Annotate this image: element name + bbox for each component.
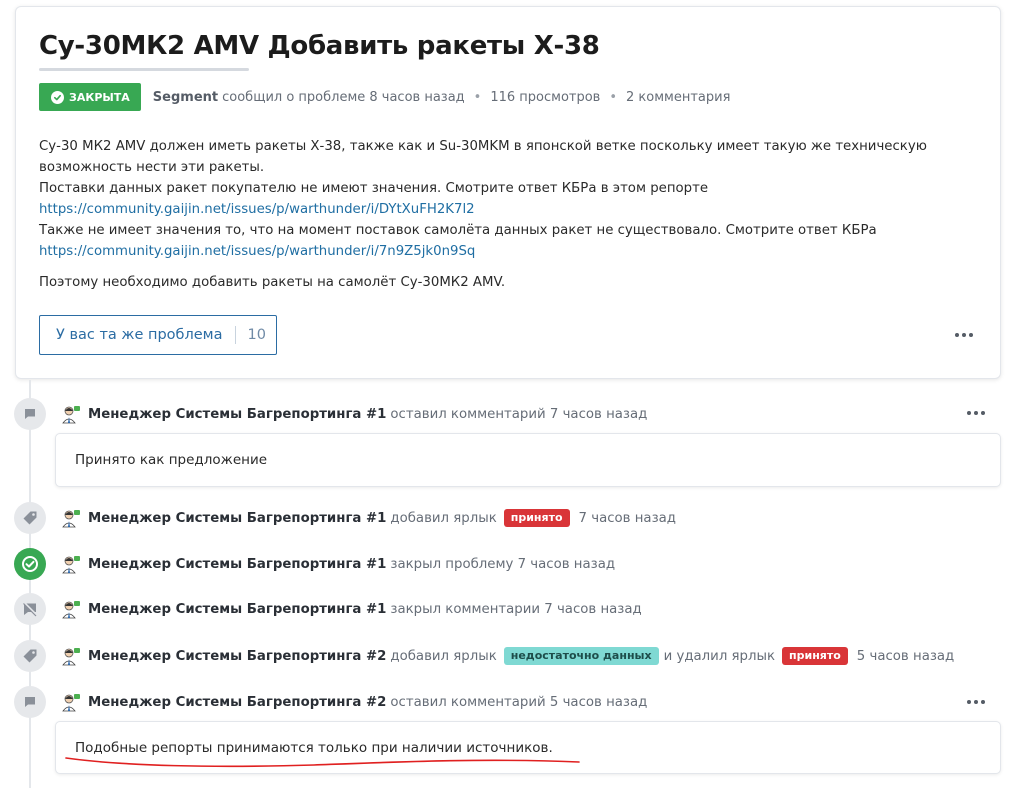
description-link[interactable]: https://community.gaijin.net/issues/p/wa… (39, 244, 475, 259)
avatar-icon (62, 406, 80, 424)
comment-body: Принято как предложение (55, 433, 1001, 487)
tag-icon (14, 640, 46, 672)
status-badge: ЗАКРЫТА (39, 83, 141, 111)
issue-card: Су-30МК2 AMV Добавить ракеты Х-38 ЗАКРЫТ… (15, 6, 1001, 379)
comment-off-icon (14, 593, 46, 625)
issue-meta: ЗАКРЫТА Segment сообщил о проблеме 8 час… (39, 83, 730, 111)
views-count: 116 просмотров (490, 89, 601, 105)
description-line: Су-30 МК2 AMV должен иметь ракеты Х-38, … (39, 139, 927, 175)
same-problem-button[interactable]: У вас та же проблема 10 (39, 315, 277, 355)
timeline-event: Менеджер Системы Багрепортинга #1 закрыл… (61, 598, 642, 620)
timeline-event: Менеджер Системы Багрепортинга #1 закрыл… (61, 553, 615, 575)
more-options-icon[interactable] (967, 700, 985, 704)
avatar-icon (62, 648, 80, 666)
label-tag[interactable]: недостаточно данных (503, 647, 659, 665)
event-action: и удалил ярлык (663, 648, 776, 664)
reported-time: сообщил о проблеме 8 часов назад (222, 89, 465, 105)
event-author[interactable]: Менеджер Системы Багрепортинга #2 (88, 649, 386, 664)
event-author[interactable]: Менеджер Системы Багрепортинга #2 (88, 695, 386, 710)
event-author[interactable]: Менеджер Системы Багрепортинга #1 (88, 407, 386, 422)
timeline-line (29, 380, 31, 788)
timeline-event: Менеджер Системы Багрепортинга #1 добави… (61, 507, 676, 529)
avatar-icon (62, 694, 80, 712)
event-action: оставил комментарий 7 часов назад (390, 406, 648, 422)
description-line: Также не имеет значения то, что на момен… (39, 223, 877, 238)
event-time: 7 часов назад (578, 510, 676, 526)
comments-count: 2 комментария (626, 89, 731, 105)
label-tag[interactable]: принято (782, 647, 848, 665)
event-author[interactable]: Менеджер Системы Багрепортинга #1 (88, 511, 386, 526)
more-options-icon[interactable] (967, 411, 985, 415)
title-underline (39, 68, 249, 71)
more-options-icon[interactable] (955, 333, 973, 337)
avatar-icon (62, 556, 80, 574)
meta-separator: • (473, 89, 482, 105)
red-annotation-underline (65, 757, 580, 768)
issue-description: Су-30 МК2 AMV должен иметь ракеты Х-38, … (39, 136, 969, 293)
check-circle-icon (14, 548, 46, 580)
check-icon (51, 90, 64, 104)
event-author[interactable]: Менеджер Системы Багрепортинга #1 (88, 557, 386, 572)
comment-text: Принято как предложение (75, 452, 268, 468)
description-line: Поэтому необходимо добавить ракеты на са… (39, 275, 506, 290)
timeline-event: Менеджер Системы Багрепортинга #2 остави… (61, 691, 647, 713)
same-problem-label: У вас та же проблема (56, 327, 223, 343)
event-action: добавил ярлык (390, 510, 497, 526)
label-tag[interactable]: принято (503, 509, 570, 527)
meta-separator: • (609, 89, 618, 105)
issue-title: Су-30МК2 AMV Добавить ракеты Х-38 (39, 31, 600, 61)
event-action: добавил ярлык (390, 648, 497, 664)
event-author[interactable]: Менеджер Системы Багрепортинга #1 (88, 602, 386, 617)
event-action: закрыл комментарии 7 часов назад (390, 601, 642, 617)
comment-icon (14, 686, 46, 718)
description-link[interactable]: https://community.gaijin.net/issues/p/wa… (39, 202, 475, 217)
avatar-icon (62, 510, 80, 528)
timeline-event: Менеджер Системы Багрепортинга #1 остави… (61, 403, 647, 425)
event-time: 5 часов назад (856, 648, 955, 664)
tag-icon (14, 502, 46, 534)
comment-icon (14, 398, 46, 430)
event-action: закрыл проблему 7 часов назад (390, 556, 616, 572)
description-line: Поставки данных ракет покупателю не имею… (39, 181, 709, 196)
timeline-event: Менеджер Системы Багрепортинга #2 добави… (61, 645, 954, 667)
button-divider (234, 326, 236, 344)
author-link[interactable]: Segment (153, 90, 218, 105)
status-label: ЗАКРЫТА (69, 90, 130, 104)
event-action: оставил комментарий 5 часов назад (390, 694, 648, 710)
avatar-icon (62, 601, 80, 619)
same-problem-count: 10 (247, 327, 266, 343)
